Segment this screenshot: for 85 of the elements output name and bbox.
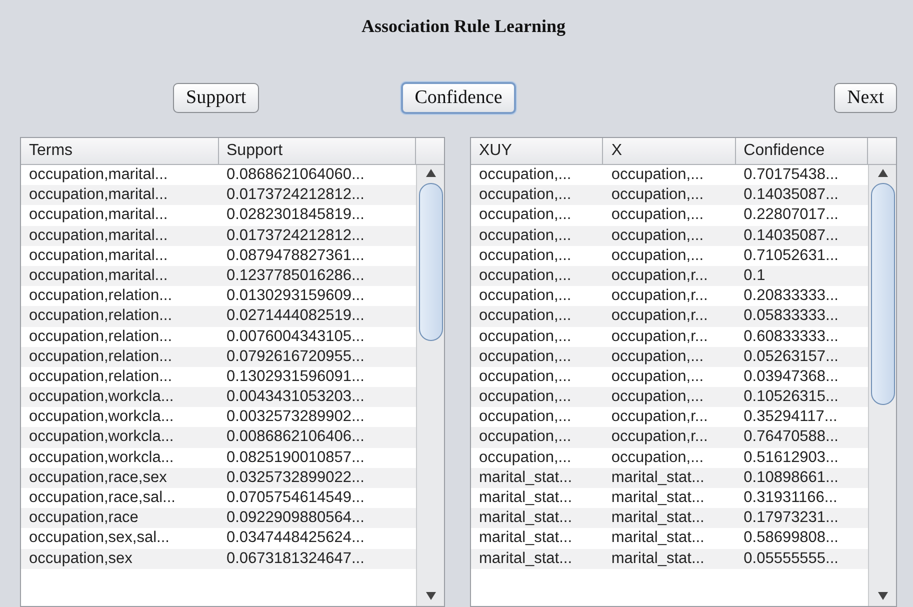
table-cell: 0.10526315... xyxy=(736,387,868,408)
table-cell: occupation,relation... xyxy=(21,326,218,347)
table-cell: 0.05555555... xyxy=(736,548,868,569)
scroll-up-icon[interactable] xyxy=(878,169,888,177)
table-cell: 0.0271444082519... xyxy=(218,306,416,326)
table-cell: 0.0130293159609... xyxy=(218,286,416,306)
table-cell: occupation,marital... xyxy=(21,185,218,206)
table-cell: occupation,r... xyxy=(603,326,736,347)
table-cell: 0.0043431053203... xyxy=(218,387,416,408)
table-cell: occupation,... xyxy=(603,185,736,206)
table-cell: 0.0086862106406... xyxy=(218,427,416,448)
column-header[interactable]: X xyxy=(603,138,736,165)
table-cell: 0.0792616720955... xyxy=(218,346,416,367)
table-cell: occupation,... xyxy=(471,387,604,408)
header-corner xyxy=(868,138,896,165)
table-cell: 0.76470588... xyxy=(736,427,868,448)
table-cell: occupation,... xyxy=(603,226,736,246)
table-cell: occupation,... xyxy=(471,326,604,347)
table-cell: occupation,r... xyxy=(603,427,736,448)
table-cell: marital_stat... xyxy=(603,468,736,488)
scroll-thumb[interactable] xyxy=(418,183,442,341)
table-cell: 0.20833333... xyxy=(736,286,868,306)
table-cell: occupation,marital... xyxy=(21,266,218,286)
table-cell: 0.0173724212812... xyxy=(218,226,416,246)
scroll-down-icon[interactable] xyxy=(878,592,888,600)
table-cell: occupation,r... xyxy=(603,306,736,326)
table-cell: occupation,... xyxy=(471,346,604,367)
table-cell: 0.0032573289902... xyxy=(218,407,416,428)
table-cell: occupation,r... xyxy=(603,407,736,428)
table-cell: 0.0922909880564... xyxy=(218,508,416,528)
table-cell: occupation,sex xyxy=(21,548,218,569)
table-cell: 0.05833333... xyxy=(736,306,868,326)
table-cell: occupation,workcla... xyxy=(21,448,218,468)
scroll-bar[interactable] xyxy=(416,165,444,606)
scroll-thumb[interactable] xyxy=(870,183,894,405)
table-cell: marital_stat... xyxy=(603,508,736,528)
header-corner xyxy=(416,138,444,165)
table-cell: marital_stat... xyxy=(471,508,604,528)
table-cell: occupation,relation... xyxy=(21,306,218,326)
table-cell: marital_stat... xyxy=(603,548,736,569)
table-cell: occupation,relation... xyxy=(21,286,218,306)
table-cell: 0.14035087... xyxy=(736,185,868,206)
table-cell: 0.1237785016286... xyxy=(218,266,416,286)
table-cell: occupation,... xyxy=(471,185,604,206)
action-button[interactable]: Next xyxy=(834,83,897,113)
table-cell: 0.05263157... xyxy=(736,346,868,367)
table-cell: 0.35294117... xyxy=(736,407,868,428)
table-cell: occupation,race,sex xyxy=(21,468,218,488)
table-cell: occupation,marital... xyxy=(21,226,218,246)
table-cell: occupation,... xyxy=(471,226,604,246)
table-cell: 0.0325732899022... xyxy=(218,468,416,488)
column-header[interactable]: XUY xyxy=(471,138,604,165)
scroll-up-icon[interactable] xyxy=(426,169,436,177)
table-cell: 0.0173724212812... xyxy=(218,185,416,206)
scroll-down-icon[interactable] xyxy=(426,592,436,600)
table-cell: occupation,... xyxy=(471,407,604,428)
table-cell: occupation,... xyxy=(471,286,604,306)
table-cell: 0.0673181324647... xyxy=(218,548,416,569)
table-cell: occupation,... xyxy=(471,266,604,286)
table-cell: marital_stat... xyxy=(471,548,604,569)
action-button[interactable]: Support xyxy=(173,83,260,113)
action-button[interactable]: Confidence xyxy=(400,82,516,114)
table-cell: occupation,... xyxy=(603,387,736,408)
column-header[interactable]: Confidence xyxy=(736,138,868,165)
table-cell: marital_stat... xyxy=(471,468,604,488)
table-cell: 0.1 xyxy=(736,266,868,286)
table-cell: occupation,relation... xyxy=(21,346,218,367)
window-title: Association Rule Learning xyxy=(361,16,566,37)
table-cell: 0.10898661... xyxy=(736,468,868,488)
column-header[interactable]: Terms xyxy=(21,138,218,165)
table-cell: occupation,... xyxy=(471,306,604,326)
scroll-bar[interactable] xyxy=(868,165,896,606)
table-cell: 0.17973231... xyxy=(736,508,868,528)
table-cell: occupation,... xyxy=(471,448,604,468)
column-header[interactable]: Support xyxy=(218,138,416,165)
table-cell: occupation,... xyxy=(603,346,736,367)
table-cell: occupation,workcla... xyxy=(21,387,218,408)
table-cell: 0.14035087... xyxy=(736,226,868,246)
table-cell: occupation,r... xyxy=(603,286,736,306)
table-cell: occupation,... xyxy=(471,427,604,448)
table-cell: occupation,r... xyxy=(603,266,736,286)
table-cell: occupation,workcla... xyxy=(21,407,218,428)
table-cell: occupation,workcla... xyxy=(21,427,218,448)
table-cell: occupation,... xyxy=(603,448,736,468)
table-cell: occupation,race xyxy=(21,508,218,528)
